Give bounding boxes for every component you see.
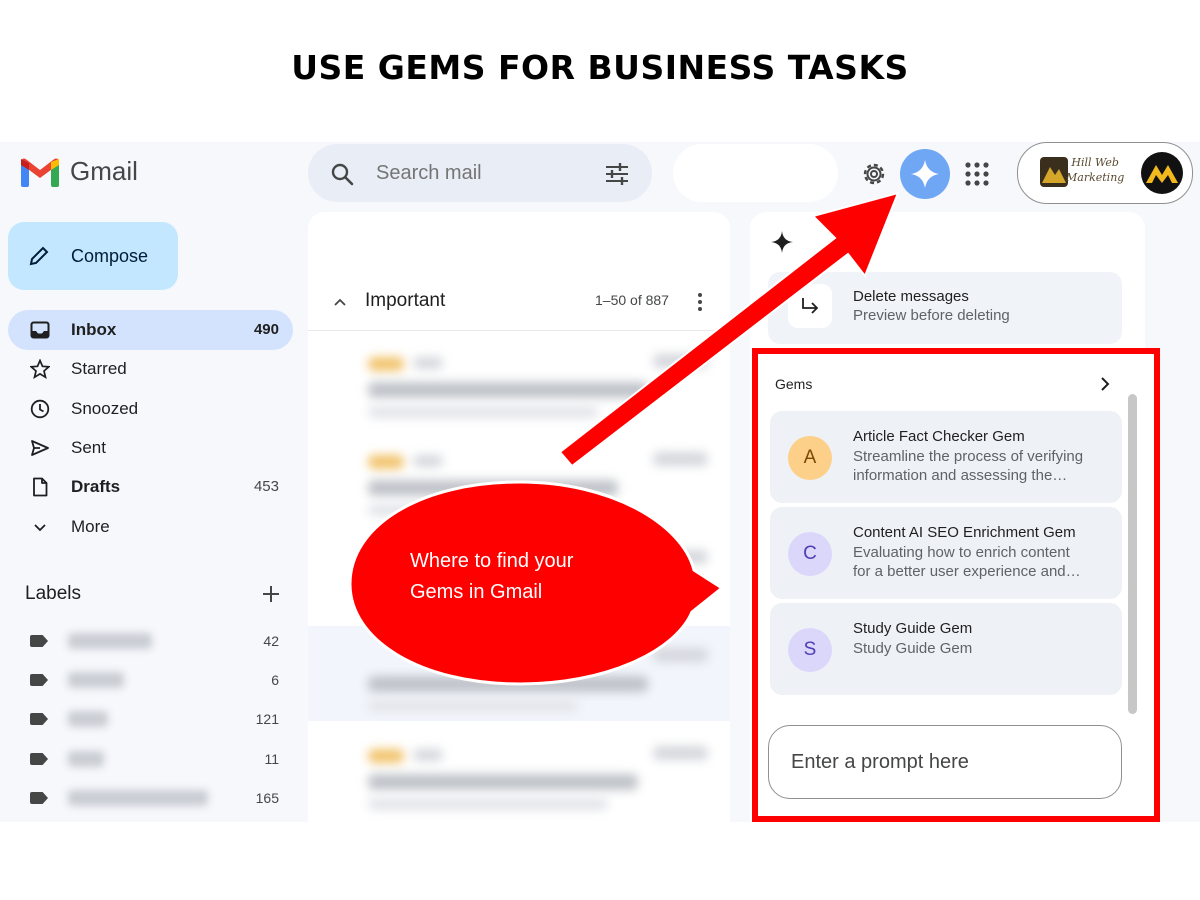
red-arrow-annotation (558, 191, 900, 468)
annotation-overlay (348, 191, 900, 686)
callout-text: Where to find your Gems in Gmail (410, 550, 574, 603)
